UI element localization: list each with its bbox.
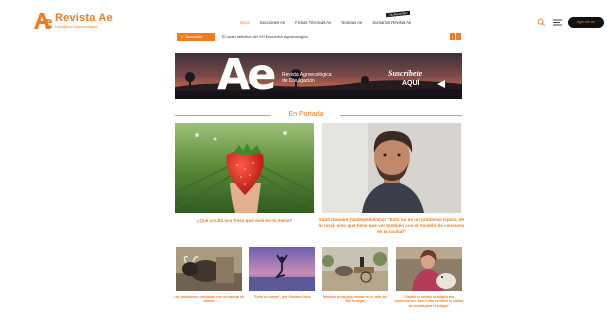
article-title-2[interactable]: "Culto al cuerpo", por Gustavo Duch: [247, 295, 317, 299]
menu-icon[interactable]: [553, 18, 563, 27]
chevron-left-icon[interactable]: ‹: [450, 33, 455, 40]
featured-title-2[interactable]: Santi Donaire (Valdepeñalista): "Esto no…: [318, 217, 465, 235]
featured-title-1[interactable]: ¿Qué oculta esa fresa que está en tu mes…: [175, 218, 314, 224]
arrow-left-icon[interactable]: [437, 80, 445, 88]
news-ticker: ⚡ Novedades El cartel definitivo del VII…: [177, 33, 461, 41]
agenda-button[interactable]: Agenda Ae: [568, 17, 604, 28]
ticker-label: ⚡ Novedades: [177, 33, 215, 41]
banner-logo: Ae: [217, 53, 276, 99]
main-nav: Inicio Secciones Ae Fichas Técnicas Ae N…: [240, 19, 421, 27]
brand-tagline: Divulgación Agroecológica: [55, 25, 98, 29]
nav-item-secciones[interactable]: Secciones Ae: [260, 19, 285, 27]
logo-icon[interactable]: [34, 13, 52, 29]
featured-image-portrait[interactable]: [322, 123, 461, 213]
nav-item-noticias[interactable]: Noticias Ae: [341, 19, 362, 27]
article-title-1[interactable]: Las tradiciones colectivas con un manual…: [174, 295, 244, 304]
article-image-donkey[interactable]: [322, 247, 388, 291]
article-image-woman-dog[interactable]: [396, 247, 462, 291]
search-icon[interactable]: [537, 18, 546, 27]
ticker-headline[interactable]: El cartel definitivo del VIII Encuentro …: [222, 33, 308, 41]
nav-item-fichas[interactable]: Fichas Técnicas Ae: [295, 19, 331, 27]
article-image-goat[interactable]: [176, 247, 242, 291]
bolt-icon: ⚡: [180, 35, 185, 39]
featured-image-strawberry[interactable]: [175, 123, 314, 213]
nav-item-sumarios[interactable]: Sumarios Revista Ae: [372, 19, 411, 27]
page: Revista Ae Divulgación Agroecológica Ini…: [0, 0, 607, 320]
article-title-4[interactable]: "Dejaba el control ecológico por convers…: [394, 295, 464, 308]
ticker-label-text: Novedades: [185, 35, 203, 39]
banner-line-2: de Divulgación: [282, 78, 315, 84]
section-title: En Portada: [288, 111, 324, 118]
brand-name[interactable]: Revista Ae: [55, 12, 113, 24]
subscribe-banner[interactable]: Ae Revista Agroecológica de Divulgación …: [175, 53, 462, 99]
article-title-3[interactable]: Mirando la tracción animal en el valle d…: [320, 295, 390, 304]
nav-item-inicio[interactable]: Inicio: [240, 19, 250, 27]
section-divider-left: [175, 115, 271, 116]
banner-cta-link[interactable]: AQUÍ: [402, 80, 420, 87]
chevron-right-icon[interactable]: ›: [456, 33, 461, 40]
article-image-yoga[interactable]: [249, 247, 315, 291]
banner-cta-title[interactable]: Suscríbete: [388, 69, 422, 78]
section-divider-right: [340, 115, 462, 116]
new-badge: ¡Ya disponible!: [385, 10, 410, 18]
